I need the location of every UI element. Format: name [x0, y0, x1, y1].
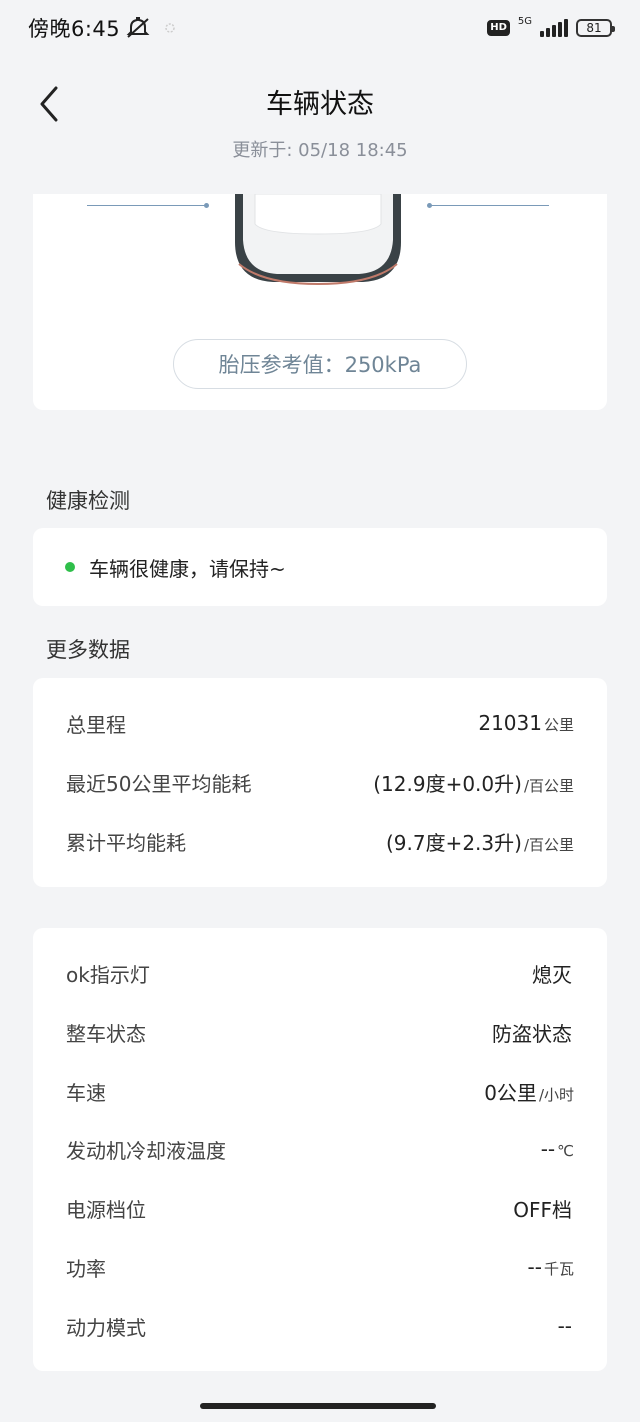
- data-row-power: 功率 -- 千瓦: [66, 1252, 574, 1282]
- data-label: 动力模式: [66, 1315, 146, 1340]
- network-type: 5G: [517, 16, 532, 27]
- data-row-vehicle-state: 整车状态 防盗状态: [66, 1017, 574, 1047]
- data-row-recent-consumption: 最近50公里平均能耗 (12.9度+0.0升)/百公里: [66, 767, 574, 797]
- data-row-ok-light: ok指示灯 熄灭: [66, 958, 574, 988]
- data-value: 熄灭: [532, 962, 572, 987]
- data-value: --: [557, 1314, 572, 1338]
- tire-pressure-card: 胎压参考值：250kPa: [33, 194, 607, 410]
- hd-badge: HD: [487, 20, 510, 36]
- data-label: 累计平均能耗: [66, 830, 186, 855]
- data-value: 0公里/小时: [484, 1080, 574, 1105]
- data-label: 整车状态: [66, 1021, 146, 1046]
- more-data-card: 总里程 21031 公里 最近50公里平均能耗 (12.9度+0.0升)/百公里 …: [33, 678, 607, 887]
- data-label: 总里程: [66, 712, 126, 737]
- vehicle-status-card: ok指示灯 熄灭 整车状态 防盗状态 车速 0公里/小时 发动机冷却液温度 --…: [33, 928, 607, 1371]
- data-label: ok指示灯: [66, 962, 150, 987]
- header: 车辆状态: [0, 70, 640, 130]
- data-value: OFF档: [513, 1197, 572, 1222]
- battery-level: 81: [586, 21, 602, 35]
- data-label: 功率: [66, 1256, 106, 1281]
- health-card: 车辆很健康，请保持~: [33, 528, 607, 606]
- notifications-off-icon: [126, 17, 150, 38]
- front-left-tire-pointer: [87, 203, 209, 208]
- data-label: 电源档位: [66, 1197, 146, 1222]
- data-label: 车速: [66, 1080, 106, 1105]
- data-row-speed: 车速 0公里/小时: [66, 1076, 574, 1106]
- data-row-total-mileage: 总里程 21031 公里: [66, 708, 574, 738]
- data-value: -- ℃: [540, 1137, 574, 1161]
- health-status-dot: [65, 562, 75, 572]
- data-row-drive-mode: 动力模式 --: [66, 1311, 574, 1341]
- data-value: -- 千瓦: [527, 1255, 574, 1279]
- home-indicator[interactable]: [200, 1403, 436, 1409]
- data-label: 最近50公里平均能耗: [66, 771, 252, 796]
- data-value: 21031 公里: [478, 711, 574, 735]
- car-top-view-image: [235, 194, 401, 286]
- data-row-cumulative-consumption: 累计平均能耗 (9.7度+2.3升)/百公里: [66, 826, 574, 856]
- data-value: (9.7度+2.3升)/百公里: [385, 830, 574, 855]
- tire-reference-value: 胎压参考值：250kPa: [173, 339, 467, 389]
- page-title: 车辆状态: [266, 89, 374, 120]
- data-value: (12.9度+0.0升)/百公里: [373, 771, 574, 796]
- status-bar: 傍晚6:45 HD 5G 81: [0, 0, 640, 56]
- status-time: 傍晚6:45: [28, 17, 121, 41]
- signal-icon: [540, 19, 568, 37]
- more-data-section-title: 更多数据: [46, 638, 130, 662]
- update-time: 更新于: 05/18 18:45: [232, 140, 408, 161]
- loading-dot-icon: [165, 23, 175, 33]
- data-row-power-gear: 电源档位 OFF档: [66, 1193, 574, 1223]
- data-label: 发动机冷却液温度: [66, 1138, 226, 1163]
- health-status-text: 车辆很健康，请保持~: [89, 556, 286, 581]
- battery-icon: 81: [576, 19, 615, 37]
- health-section-title: 健康检测: [46, 489, 130, 513]
- front-right-tire-pointer: [427, 203, 549, 208]
- data-row-coolant-temp: 发动机冷却液温度 -- ℃: [66, 1134, 574, 1164]
- data-value: 防盗状态: [492, 1021, 572, 1046]
